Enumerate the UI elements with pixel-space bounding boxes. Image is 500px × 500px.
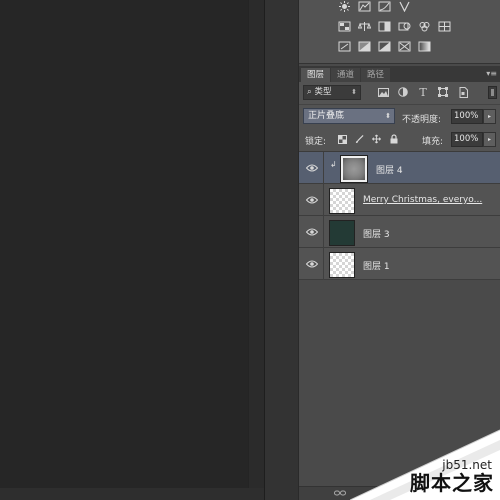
lock-all-icon[interactable] (389, 134, 398, 144)
divider (323, 184, 324, 216)
posterize-icon[interactable] (357, 40, 372, 53)
invert-icon[interactable] (337, 40, 352, 53)
layer-thumbnail (329, 188, 355, 214)
right-panel-dock: 图层 通道 路径 ▾≡ ⌕ 类型 ⬍ T 正片叠底 ⬍ 不透明度: 100% ▸… (298, 0, 500, 500)
eye-icon[interactable] (305, 258, 319, 269)
document-canvas[interactable] (0, 0, 248, 500)
layer-row[interactable]: Merry Christmas, everyo... (299, 184, 500, 216)
watermark-site-name: 脚本之家 (410, 471, 494, 495)
filter-kind-label: 类型 (314, 87, 332, 97)
layers-panel-tabbar: 图层 通道 路径 ▾≡ (299, 66, 500, 82)
lock-fill-row: 锁定: 填充: 100% ▸ (299, 128, 500, 152)
tab-channels[interactable]: 通道 (331, 68, 361, 82)
link-layers-icon[interactable] (334, 489, 346, 500)
tab-layers[interactable]: 图层 (301, 68, 331, 82)
tab-paths[interactable]: 路径 (361, 68, 391, 82)
chevron-updown-icon: ⬍ (385, 112, 391, 120)
shape-filter-icon[interactable] (437, 86, 449, 98)
panel-menu-icon[interactable]: ▾≡ (486, 69, 497, 78)
threshold-icon[interactable] (377, 40, 392, 53)
selective-color-icon[interactable] (397, 40, 412, 53)
opacity-label: 不透明度: (402, 115, 442, 125)
eye-icon[interactable] (305, 194, 319, 205)
smart-object-filter-icon[interactable] (457, 86, 469, 98)
color-lookup-icon[interactable] (437, 20, 452, 33)
adjustment-filter-icon[interactable] (397, 86, 409, 98)
lock-label: 锁定: (305, 137, 327, 147)
eye-icon[interactable] (305, 226, 319, 237)
opacity-input[interactable]: 100% (451, 109, 483, 124)
layer-name: Merry Christmas, everyo... (363, 195, 483, 205)
fill-input[interactable]: 100% (451, 132, 483, 147)
lock-image-pixels-icon[interactable] (355, 134, 364, 144)
curves-icon[interactable] (377, 0, 392, 13)
layer-filter-row: ⌕ 类型 ⬍ T (299, 82, 500, 104)
blend-mode-select[interactable]: 正片叠底 ⬍ (303, 108, 395, 124)
color-balance-icon[interactable] (357, 20, 372, 33)
lock-transparent-pixels-icon[interactable] (338, 134, 347, 144)
layer-row[interactable]: 图层 1 (299, 248, 500, 280)
eye-icon[interactable] (305, 162, 319, 173)
layer-row[interactable]: 图层 3 (299, 216, 500, 248)
exposure-icon[interactable] (397, 0, 412, 13)
channel-mixer-icon[interactable] (417, 20, 432, 33)
panel-dock-gutter (264, 0, 298, 500)
layer-thumbnail (329, 220, 355, 246)
adjustments-panel (299, 0, 500, 64)
image-filter-icon[interactable] (377, 86, 389, 98)
layer-name: 图层 1 (363, 262, 390, 272)
blend-opacity-row: 正片叠底 ⬍ 不透明度: 100% ▸ (299, 104, 500, 128)
vibrance-icon[interactable] (337, 20, 352, 33)
layer-thumbnail (329, 252, 355, 278)
lock-position-icon[interactable] (372, 134, 381, 144)
photo-filter-icon[interactable] (397, 20, 412, 33)
black-white-icon[interactable] (377, 20, 392, 33)
fill-label: 填充: (422, 137, 444, 147)
brightness-icon[interactable] (337, 0, 352, 13)
layer-name: 图层 4 (376, 166, 403, 176)
fill-dropdown-button[interactable]: ▸ (483, 132, 496, 147)
opacity-dropdown-button[interactable]: ▸ (483, 109, 496, 124)
layers-list: ↲ 图层 4 Merry Christmas, everyo... 图层 3 图… (299, 152, 500, 280)
divider (323, 152, 324, 184)
blend-mode-value: 正片叠底 (308, 111, 345, 121)
chevron-updown-icon: ⬍ (351, 88, 357, 96)
filter-kind-select[interactable]: ⌕ 类型 ⬍ (303, 85, 361, 100)
levels-icon[interactable] (357, 0, 372, 13)
layer-row[interactable]: ↲ 图层 4 (299, 152, 500, 184)
canvas-scroll-edge (248, 0, 264, 500)
divider (323, 248, 324, 280)
site-watermark: jb51.net 脚本之家 (350, 428, 500, 500)
text-filter-icon[interactable]: T (417, 86, 429, 99)
gradient-map-icon[interactable] (417, 40, 432, 53)
status-bar (0, 488, 264, 500)
layer-thumbnail (340, 155, 368, 183)
divider (323, 216, 324, 248)
clipping-mask-arrow-icon: ↲ (330, 160, 337, 169)
layer-name: 图层 3 (363, 230, 390, 240)
filter-toggle-switch[interactable] (488, 86, 497, 99)
